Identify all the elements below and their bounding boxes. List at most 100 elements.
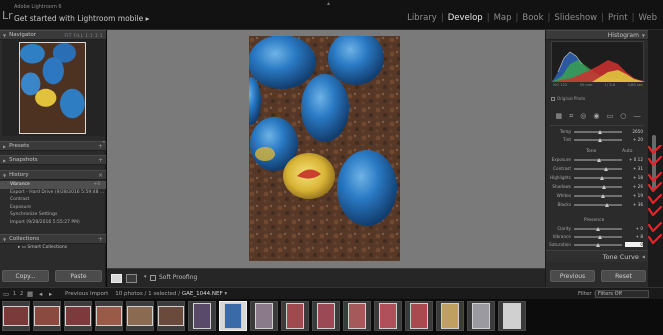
history-header[interactable]: ▼ History × bbox=[0, 170, 106, 180]
filmstrip-thumbnail[interactable] bbox=[219, 301, 247, 331]
module-web[interactable]: Web bbox=[636, 13, 659, 23]
collapse-left-panel-icon[interactable]: ◂ bbox=[102, 139, 105, 145]
history-item[interactable]: Exposure bbox=[0, 204, 106, 212]
collapse-top-panel-icon[interactable]: ▴ bbox=[327, 0, 330, 7]
add-snapshot-icon[interactable]: + bbox=[98, 157, 103, 164]
history-item[interactable]: Vibrance +4 bbox=[0, 181, 106, 189]
tone-curve-header[interactable]: Tone Curve ◀ bbox=[546, 250, 649, 262]
histogram-header[interactable]: Histogram ▼ bbox=[546, 30, 649, 40]
navigator-preview[interactable] bbox=[2, 40, 104, 136]
whites-value[interactable]: + 19 bbox=[625, 193, 643, 198]
filmstrip-thumbnail[interactable] bbox=[436, 301, 464, 331]
history-item[interactable]: Synchronize Settings bbox=[0, 211, 106, 219]
back-arrow-icon[interactable]: ◂ bbox=[39, 290, 42, 298]
page-2-button[interactable]: 2 bbox=[20, 291, 23, 297]
page-1-button[interactable]: 1 bbox=[13, 291, 16, 297]
tint-slider-thumb[interactable] bbox=[598, 138, 603, 142]
blacks-value[interactable]: + 36 bbox=[625, 202, 643, 207]
auto-tone-button[interactable]: Auto bbox=[622, 149, 632, 154]
shadows-slider-thumb[interactable] bbox=[602, 185, 607, 189]
filmstrip-thumbnail[interactable] bbox=[157, 301, 185, 331]
saturation-slider[interactable] bbox=[574, 243, 622, 247]
module-book[interactable]: Book bbox=[520, 13, 545, 23]
filmstrip-thumbnail[interactable] bbox=[343, 301, 371, 331]
whites-slider[interactable] bbox=[574, 194, 622, 198]
highlights-value[interactable]: + 18 bbox=[625, 175, 643, 180]
temp-value[interactable]: 2650 bbox=[625, 129, 643, 134]
crop-icon[interactable]: ⌗ bbox=[569, 112, 573, 121]
grid-overlay-icon[interactable]: ▦ bbox=[556, 112, 563, 120]
navigator-header[interactable]: ▼ Navigator FIT FILL 1:1 3:1 bbox=[0, 30, 106, 40]
highlights-slider[interactable] bbox=[574, 176, 622, 180]
snapshots-header[interactable]: ▶ Snapshots + bbox=[0, 155, 106, 165]
filmstrip-thumbnail[interactable] bbox=[405, 301, 433, 331]
highlights-slider-thumb[interactable] bbox=[600, 176, 605, 180]
collections-header[interactable]: ▼ Collections + bbox=[0, 234, 106, 244]
contrast-slider[interactable] bbox=[574, 167, 622, 171]
forward-arrow-icon[interactable]: ▸ bbox=[49, 290, 52, 298]
add-collection-icon[interactable]: + bbox=[98, 236, 103, 243]
soft-proofing-checkbox[interactable] bbox=[150, 275, 156, 281]
tint-value[interactable]: + 20 bbox=[625, 137, 643, 142]
navigator-zoom-options[interactable]: FIT FILL 1:1 3:1 bbox=[64, 33, 103, 38]
view-mode-dropdown-icon[interactable]: ▾ bbox=[144, 274, 147, 280]
exposure-slider[interactable] bbox=[574, 158, 622, 162]
temp-slider-thumb[interactable] bbox=[598, 130, 603, 134]
temp-slider[interactable] bbox=[574, 130, 622, 134]
graduated-filter-icon[interactable]: ▭ bbox=[607, 112, 614, 120]
module-print[interactable]: Print bbox=[606, 13, 630, 23]
filmstrip-thumbnail[interactable] bbox=[498, 301, 526, 331]
radial-filter-icon[interactable]: ○ bbox=[620, 112, 626, 120]
copy-settings-button[interactable]: Copy... bbox=[2, 270, 49, 282]
original-photo-checkbox[interactable] bbox=[551, 96, 555, 101]
spot-removal-icon[interactable]: ◎ bbox=[580, 112, 586, 120]
main-photo[interactable] bbox=[249, 36, 400, 261]
lightroom-mobile-link[interactable]: Get started with Lightroom mobile ▸ bbox=[14, 14, 149, 23]
module-map[interactable]: Map bbox=[492, 13, 514, 23]
clarity-value[interactable]: + 0 bbox=[625, 226, 643, 231]
history-item[interactable]: Contrast bbox=[0, 196, 106, 204]
filmstrip-thumbnail[interactable] bbox=[250, 301, 278, 331]
whites-slider-thumb[interactable] bbox=[600, 194, 605, 198]
history-item[interactable]: Export - Hard Drive (9/28/2016 5:59:48 .… bbox=[0, 189, 106, 197]
vibrance-slider-thumb[interactable] bbox=[597, 235, 602, 239]
filmstrip-thumbnail[interactable] bbox=[126, 301, 154, 331]
module-develop[interactable]: Develop bbox=[446, 13, 485, 23]
shadows-value[interactable]: + 26 bbox=[625, 184, 643, 189]
grid-view-icon[interactable]: ▦ bbox=[27, 290, 33, 298]
loupe-view-icon[interactable] bbox=[111, 274, 122, 283]
vibrance-value[interactable]: + 8 bbox=[625, 234, 643, 239]
exposure-value[interactable]: + 0.12 bbox=[625, 157, 643, 162]
filmstrip-thumbnail[interactable] bbox=[281, 301, 309, 331]
filmstrip-source-info[interactable]: Previous Import 10 photos / 1 selected /… bbox=[65, 291, 227, 297]
blacks-slider-thumb[interactable] bbox=[604, 203, 609, 207]
previous-button[interactable]: Previous bbox=[550, 270, 595, 282]
contrast-slider-thumb[interactable] bbox=[603, 167, 608, 171]
filmstrip-thumbnail[interactable] bbox=[64, 301, 92, 331]
paste-settings-button[interactable]: Paste bbox=[55, 270, 102, 282]
vibrance-slider[interactable] bbox=[574, 235, 622, 239]
history-item[interactable]: Import (9/28/2016 5:55:27 PM) bbox=[0, 219, 106, 227]
reset-button[interactable]: Reset bbox=[601, 270, 646, 282]
filmstrip-thumbnail[interactable] bbox=[374, 301, 402, 331]
tint-slider[interactable] bbox=[574, 138, 622, 142]
saturation-value[interactable]: 0 bbox=[625, 242, 643, 247]
presets-header[interactable]: ▶ Presets + bbox=[0, 141, 106, 151]
filmstrip-thumbnail[interactable] bbox=[33, 301, 61, 331]
smart-collections-item[interactable]: ▸ ▭ Smart Collections bbox=[0, 244, 106, 252]
clarity-slider[interactable] bbox=[574, 227, 622, 231]
filmstrip-thumbnail[interactable] bbox=[467, 301, 495, 331]
single-monitor-icon[interactable]: ▭ bbox=[3, 290, 9, 298]
module-slideshow[interactable]: Slideshow bbox=[552, 13, 599, 23]
saturation-slider-thumb[interactable] bbox=[596, 243, 600, 247]
clear-history-icon[interactable]: × bbox=[98, 172, 103, 179]
module-library[interactable]: Library bbox=[405, 13, 439, 23]
filmstrip-thumbnail[interactable] bbox=[95, 301, 123, 331]
filmstrip-thumbnail[interactable] bbox=[312, 301, 340, 331]
clarity-slider-thumb[interactable] bbox=[596, 227, 600, 231]
shadows-slider[interactable] bbox=[574, 185, 622, 189]
adjustment-brush-icon[interactable]: ― bbox=[633, 112, 640, 120]
image-canvas[interactable] bbox=[107, 30, 545, 268]
filmstrip-thumbnail[interactable] bbox=[2, 301, 30, 331]
original-photo-toggle[interactable]: Original Photo bbox=[551, 96, 585, 101]
